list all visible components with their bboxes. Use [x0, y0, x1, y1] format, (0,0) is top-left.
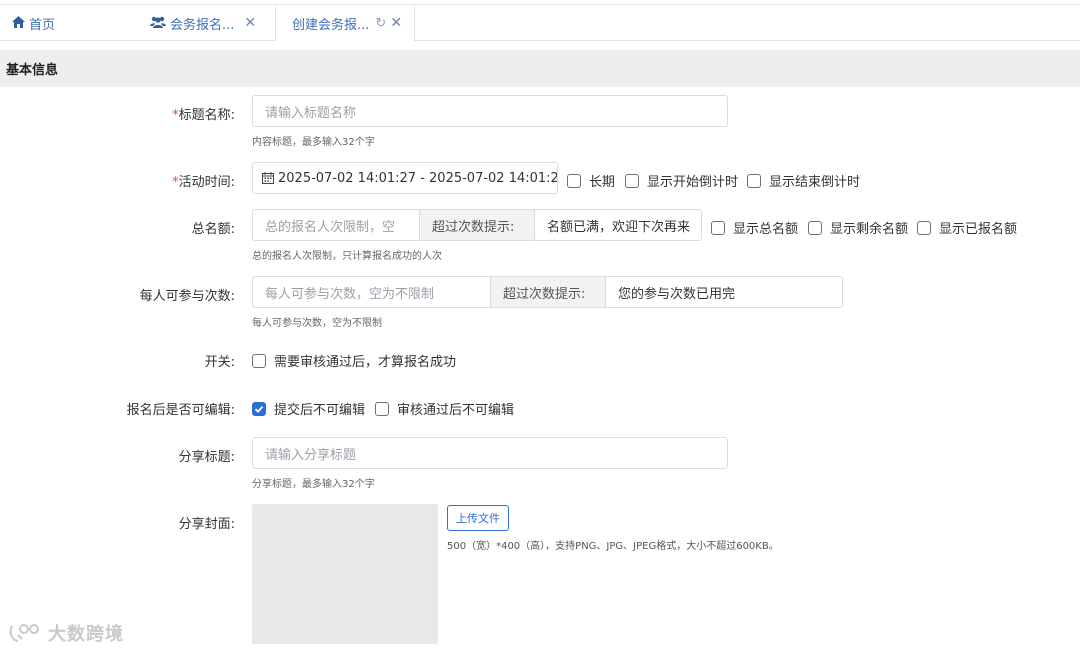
tab-create-event[interactable]: 创建会务报... ↻ ✕: [275, 5, 415, 41]
watermark: 大数跨境: [8, 620, 124, 646]
upload-help: 500（宽）*400（高），支持PNG、JPG、JPEG格式，大小不超过600K…: [447, 541, 779, 552]
per-person-tip-input[interactable]: 您的参与次数已用完: [605, 276, 843, 308]
show-end-countdown-label: 显示结束倒计时: [769, 175, 861, 190]
long-term-checkbox[interactable]: 长期: [567, 171, 615, 190]
share-cover-label: 分享封面:: [178, 517, 235, 532]
per-person-tip-addon: 超过次数提示:: [490, 276, 606, 308]
show-start-countdown-label: 显示开始倒计时: [647, 175, 739, 190]
activity-time-value: 2025-07-02 14:01:27 - 2025-07-02 14:01:2…: [278, 170, 558, 186]
show-registered-quota-checkbox[interactable]: 显示已报名额: [917, 218, 1017, 237]
title-label-text: 标题名称:: [178, 108, 235, 123]
show-total-quota-label: 显示总名额: [733, 222, 799, 237]
checkbox-box[interactable]: [747, 173, 761, 188]
activity-time-label: *活动时间:: [172, 171, 235, 190]
check-icon: [254, 405, 264, 413]
tab-label: 创建会务报...: [292, 17, 370, 33]
show-total-quota-checkbox[interactable]: 显示总名额: [711, 218, 798, 237]
show-end-countdown-checkbox[interactable]: 显示结束倒计时: [747, 171, 860, 190]
watermark-text: 大数跨境: [48, 624, 124, 645]
close-icon[interactable]: ✕: [390, 15, 402, 31]
checkbox-box[interactable]: [252, 401, 266, 416]
require-review-label: 需要审核通过后，才算报名成功: [274, 355, 457, 370]
no-edit-after-approval-checkbox[interactable]: 审核通过后不可编辑: [375, 399, 514, 418]
editable-label: 报名后是否可编辑:: [126, 403, 235, 418]
title-help: 内容标题，最多输入32个字: [252, 137, 375, 148]
upload-file-button[interactable]: 上传文件: [447, 505, 509, 531]
calendar-icon: [262, 172, 274, 184]
close-icon[interactable]: ✕: [244, 15, 256, 31]
no-edit-after-approval-label: 审核通过后不可编辑: [397, 403, 515, 418]
home-icon: [12, 15, 25, 31]
tab-home[interactable]: 首页: [12, 5, 55, 41]
per-person-label: 每人可参与次数:: [139, 289, 235, 304]
title-input[interactable]: 请输入标题名称: [252, 95, 728, 127]
switch-label: 开关:: [204, 355, 235, 370]
long-term-label: 长期: [589, 175, 616, 190]
quota-tip-addon: 超过次数提示:: [419, 209, 535, 241]
share-title-input[interactable]: 请输入分享标题: [252, 437, 728, 469]
show-registered-quota-label: 显示已报名额: [939, 222, 1018, 237]
share-title-label: 分享标题:: [178, 450, 235, 465]
tab-event-registration[interactable]: 会务报名... ✕: [150, 5, 256, 41]
users-icon: [150, 16, 166, 31]
section-header: 基本信息: [0, 50, 1080, 87]
no-edit-after-submit-checkbox[interactable]: 提交后不可编辑: [252, 399, 365, 418]
refresh-icon[interactable]: ↻: [375, 16, 386, 31]
checkbox-box[interactable]: [625, 173, 639, 188]
quota-input[interactable]: 总的报名人次限制，空: [252, 209, 420, 241]
share-title-help: 分享标题，最多输入32个字: [252, 479, 375, 490]
checkbox-box[interactable]: [711, 220, 725, 235]
show-start-countdown-checkbox[interactable]: 显示开始倒计时: [625, 171, 738, 190]
show-remaining-quota-checkbox[interactable]: 显示剩余名额: [808, 218, 908, 237]
checkbox-box[interactable]: [375, 401, 389, 416]
show-remaining-quota-label: 显示剩余名额: [830, 222, 909, 237]
no-edit-after-submit-label: 提交后不可编辑: [274, 403, 366, 418]
activity-time-range[interactable]: 2025-07-02 14:01:27 - 2025-07-02 14:01:2…: [252, 162, 558, 194]
checkbox-box[interactable]: [567, 173, 581, 188]
activity-time-label-text: 活动时间:: [178, 175, 235, 190]
checkbox-box[interactable]: [917, 220, 931, 235]
quota-tip-input[interactable]: 名额已满，欢迎下次再来: [534, 209, 702, 241]
per-person-help: 每人可参与次数，空为不限制: [252, 318, 382, 329]
share-cover-preview: [252, 504, 438, 644]
tab-label: 会务报名...: [170, 17, 235, 33]
watermark-logo: [9, 624, 39, 642]
title-label: *标题名称:: [172, 104, 235, 123]
checkbox-box[interactable]: [808, 220, 822, 235]
tab-home-label: 首页: [29, 17, 56, 33]
require-review-checkbox[interactable]: 需要审核通过后，才算报名成功: [252, 351, 456, 370]
quota-label: 总名额:: [191, 222, 235, 237]
quota-help: 总的报名人次限制，只计算报名成功的人次: [252, 251, 442, 262]
checkbox-box[interactable]: [252, 353, 266, 368]
tab-bar: 首页 会务报名... ✕ 创建会务报... ↻ ✕: [0, 4, 1080, 41]
per-person-input[interactable]: 每人可参与次数，空为不限制: [252, 276, 491, 308]
